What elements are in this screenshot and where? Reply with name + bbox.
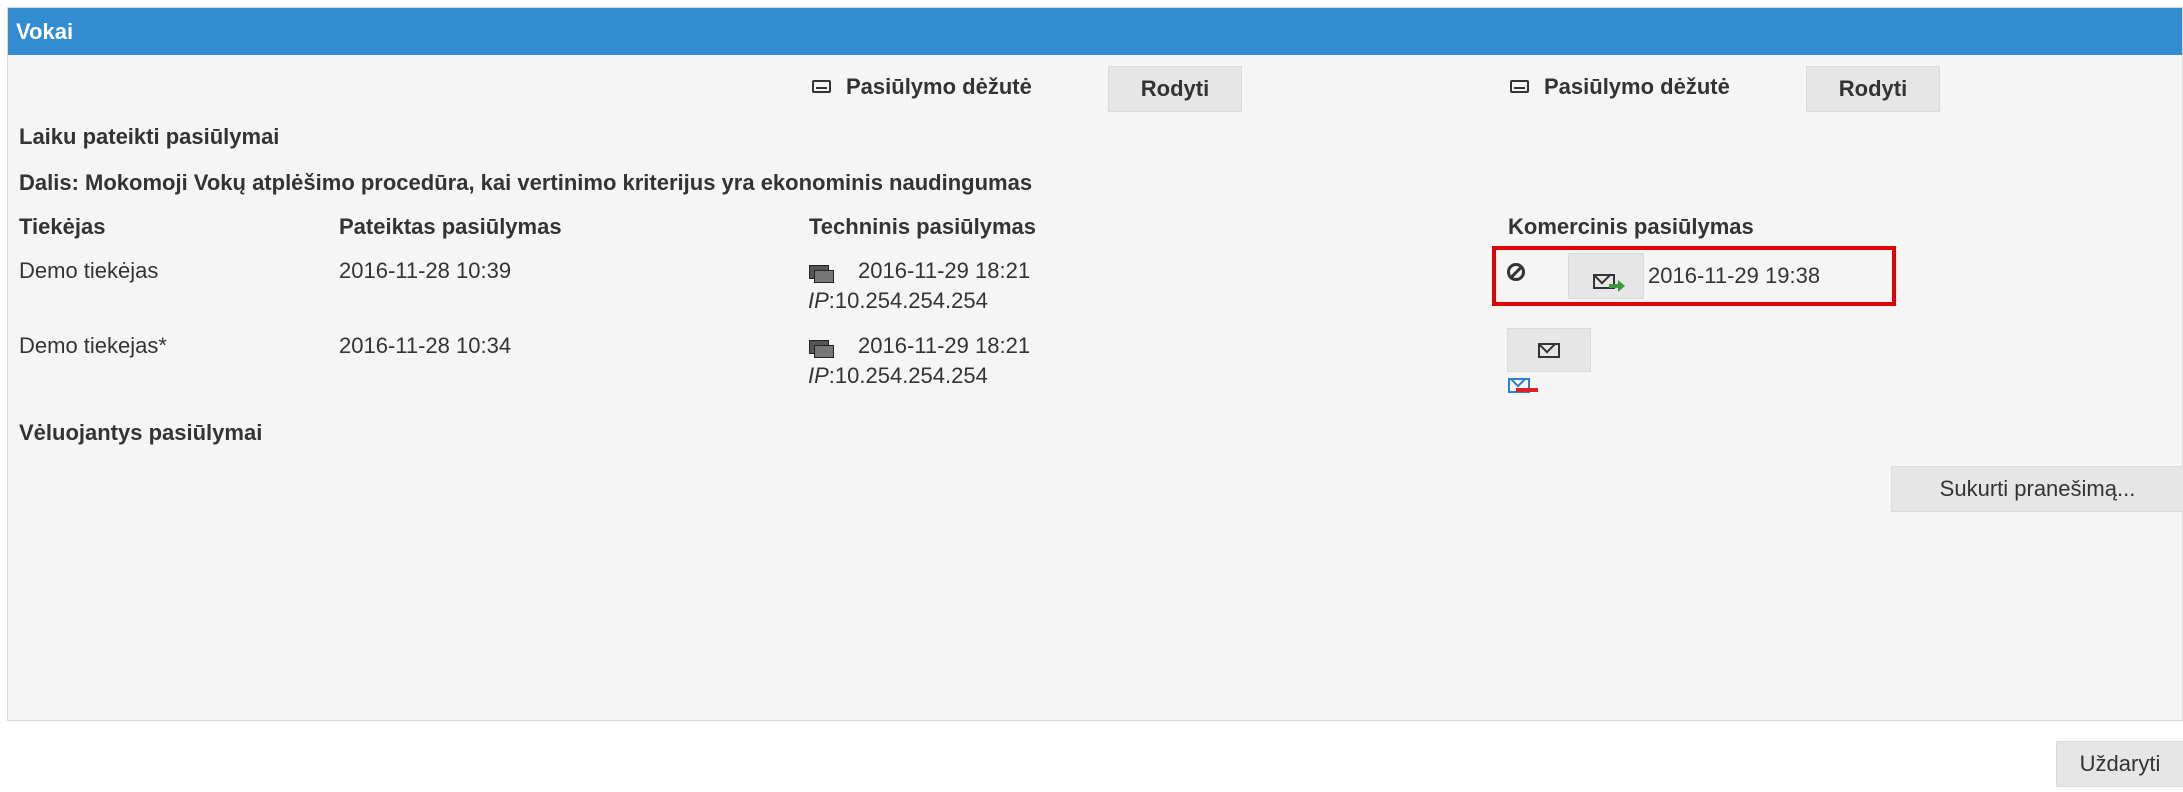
on-time-heading: Laiku pateikti pasiūlymai	[19, 124, 280, 149]
envelopes-panel: Vokai Pasiūlymo dėžutė Rodyti Pasiūlymo …	[7, 7, 2183, 721]
envelopes-icon[interactable]	[809, 263, 835, 283]
inbox-icon	[812, 80, 831, 93]
commercial-mailbox-show-button[interactable]: Rodyti	[1806, 66, 1940, 112]
row1-submitted: 2016-11-28 10:39	[339, 258, 512, 283]
header-commercial: Komercinis pasiūlymas	[1508, 214, 1754, 239]
row2-submitted: 2016-11-28 10:34	[339, 333, 512, 358]
row2-technical-time: 2016-11-29 18:21	[858, 333, 1031, 358]
row1-technical-time: 2016-11-29 18:21	[858, 258, 1031, 283]
inbox-icon	[1510, 80, 1529, 93]
panel-title: Vokai	[8, 8, 2182, 55]
header-technical: Techninis pasiūlymas	[809, 214, 1037, 239]
lot-heading: Dalis: Mokomoji Vokų atplėšimo procedūra…	[19, 170, 1033, 195]
header-supplier: Tiekėjas	[19, 214, 106, 239]
envelope-icon	[1538, 343, 1560, 358]
close-button[interactable]: Uždaryti	[2056, 741, 2183, 787]
technical-mailbox-show-button[interactable]: Rodyti	[1108, 66, 1242, 112]
late-heading: Vėluojantys pasiūlymai	[19, 420, 263, 445]
row1-supplier: Demo tiekėjas	[19, 258, 159, 283]
header-submitted: Pateiktas pasiūlymas	[339, 214, 562, 239]
envelope-button[interactable]	[1507, 328, 1591, 372]
highlight-box	[1492, 246, 1896, 306]
technical-mailbox-label: Pasiūlymo dėžutė	[846, 74, 1032, 99]
row1-technical-ip: IP:10.254.254.254	[808, 288, 988, 313]
create-message-button[interactable]: Sukurti pranešimą...	[1891, 466, 2183, 512]
envelopes-icon[interactable]	[809, 338, 835, 358]
row2-technical-ip: IP:10.254.254.254	[808, 363, 988, 388]
commercial-mailbox-label: Pasiūlymo dėžutė	[1544, 74, 1730, 99]
row2-supplier: Demo tiekejas*	[19, 333, 167, 358]
red-strike-icon	[1516, 388, 1538, 392]
